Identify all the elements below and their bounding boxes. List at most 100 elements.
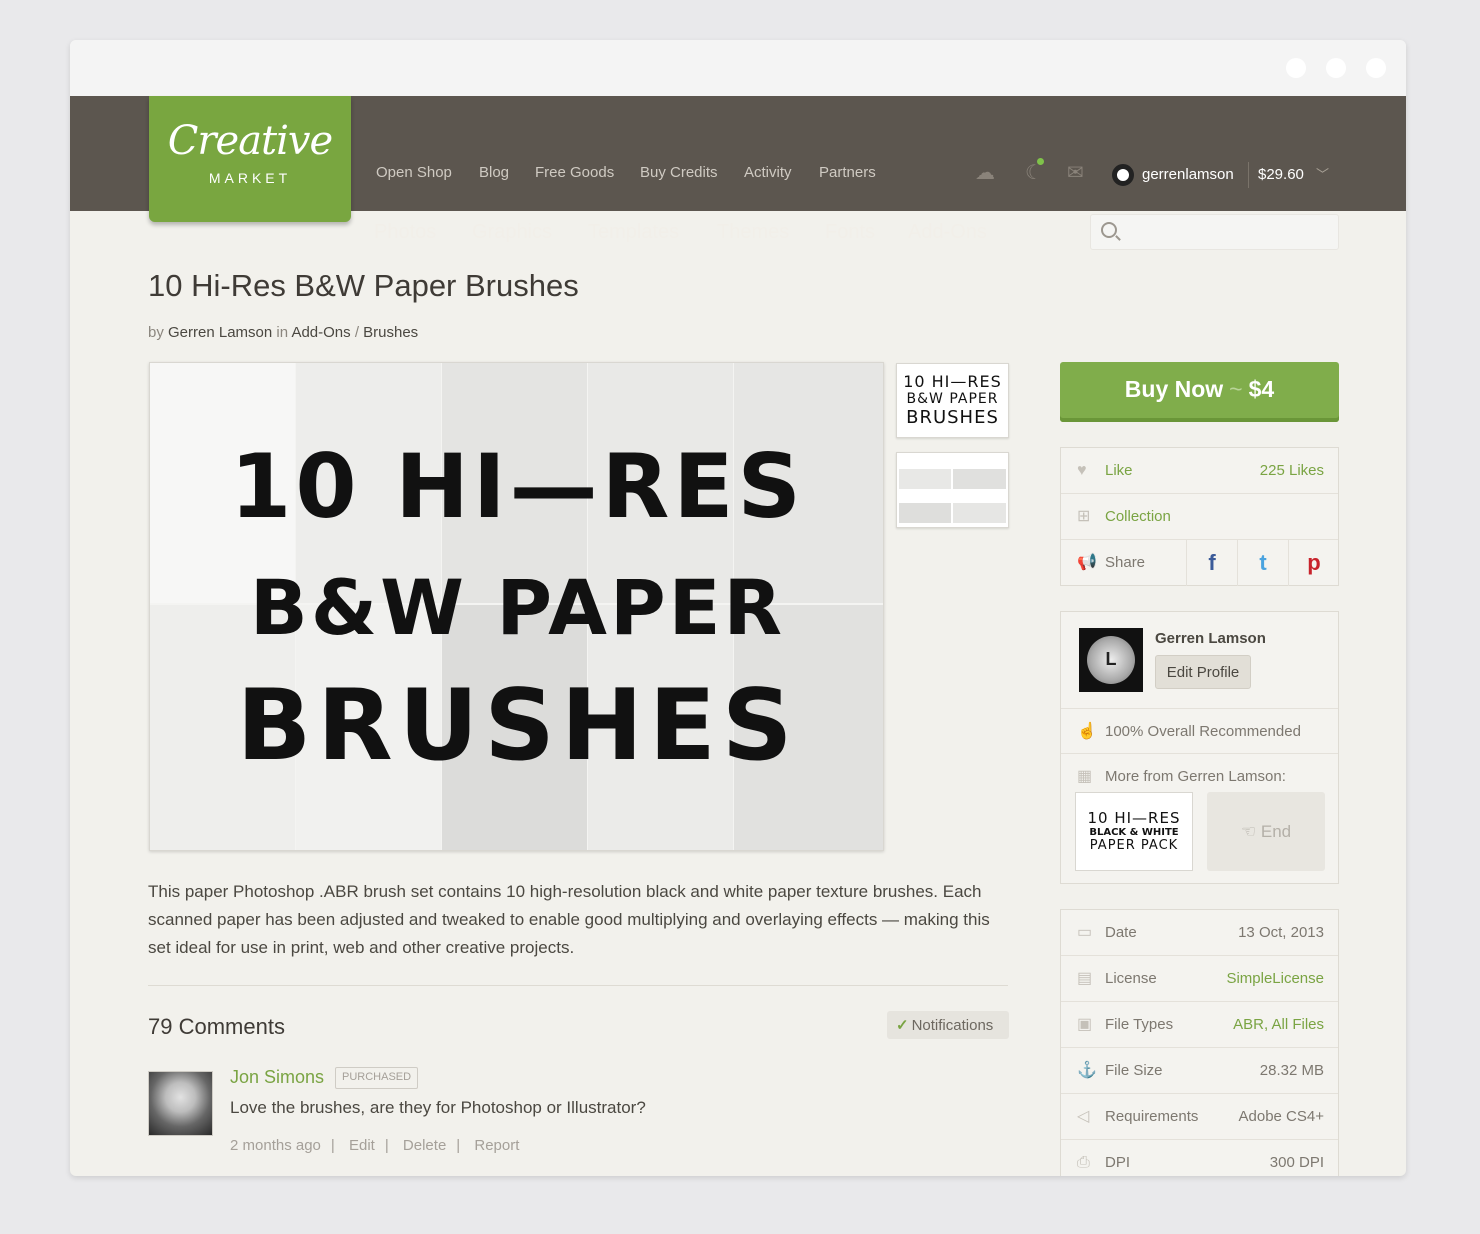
license-link[interactable]: SimpleLicense — [1226, 970, 1324, 987]
comment-avatar[interactable] — [148, 1071, 213, 1136]
nav-free-goods[interactable]: Free Goods — [535, 164, 614, 181]
comment-text: Love the brushes, are they for Photoshop… — [230, 1098, 646, 1117]
preview-headline: B&W PAPER — [249, 563, 786, 652]
preview-thumbnail[interactable]: 10 HI—RES B&W PAPER BRUSHES — [896, 363, 1009, 438]
facebook-icon[interactable]: f — [1186, 540, 1237, 586]
nav-open-shop[interactable]: Open Shop — [376, 164, 452, 181]
checkbox-icon[interactable]: ✓ — [896, 1017, 909, 1034]
more-product-thumbnail[interactable]: 10 HI—RES BLACK & WHITE PAPER PACK — [1075, 792, 1193, 871]
social-panel: ♥ Like 225 Likes ⊞ Collection 📢 Share f … — [1060, 447, 1339, 586]
buy-price: $4 — [1248, 376, 1275, 402]
user-avatar[interactable] — [1112, 164, 1134, 186]
file-icon: ▣ — [1077, 1016, 1093, 1033]
category-link[interactable]: Add-Ons — [291, 324, 350, 341]
detail-value: 13 Oct, 2013 — [1238, 924, 1324, 941]
moon-icon[interactable]: ☾ — [1025, 158, 1044, 185]
subcategory-link[interactable]: Brushes — [363, 324, 418, 341]
like-row[interactable]: ♥ Like 225 Likes — [1061, 448, 1338, 494]
comment-author[interactable]: Jon Simons — [230, 1067, 324, 1088]
detail-label: DPI — [1105, 1154, 1131, 1171]
nav-photos[interactable]: Photos — [374, 221, 436, 244]
notification-dot-icon — [1037, 158, 1044, 165]
product-preview-image[interactable]: 10 HI—RES B&W PAPER BRUSHES — [149, 362, 884, 851]
author-name[interactable]: Gerren Lamson — [1155, 630, 1266, 647]
details-panel: ▭ Date 13 Oct, 2013 ▤ License SimpleLice… — [1060, 909, 1339, 1176]
end-label: End — [1260, 822, 1292, 841]
pinterest-icon[interactable]: p — [1288, 540, 1339, 586]
preview-headline: 10 HI—RES — [230, 435, 805, 538]
cloud-icon[interactable]: ☁ — [975, 160, 995, 185]
nav-fonts[interactable]: Fonts — [825, 221, 875, 244]
requirements-icon: ◁ — [1077, 1108, 1090, 1125]
detail-label: File Size — [1105, 1062, 1163, 1079]
author-avatar[interactable]: L — [1079, 628, 1143, 692]
window-dot[interactable] — [1326, 58, 1346, 78]
printer-icon: ⎙ — [1077, 1154, 1090, 1171]
username[interactable]: gerrenlamson — [1142, 166, 1234, 183]
nav-partners[interactable]: Partners — [819, 164, 876, 181]
comments-title: 79 Comments — [148, 1014, 285, 1039]
recommended-row: ☝ 100% Overall Recommended — [1061, 708, 1338, 754]
grid-icon: ▦ — [1077, 768, 1093, 785]
buy-separator: ~ — [1229, 376, 1243, 402]
notifications-label: Notifications — [911, 1017, 994, 1034]
window-dot[interactable] — [1286, 58, 1306, 78]
nav-divider — [1248, 162, 1249, 188]
search-box — [1090, 214, 1339, 250]
paper-texture — [899, 469, 951, 489]
comment-meta: 2 months ago | Edit | Delete | Report — [230, 1137, 529, 1154]
collection-label[interactable]: Collection — [1105, 508, 1171, 525]
detail-label: Date — [1105, 924, 1137, 941]
mail-icon[interactable]: ✉ — [1067, 160, 1084, 185]
detail-row-file-size: ⚓ File Size 28.32 MB — [1061, 1048, 1338, 1094]
notifications-toggle[interactable]: ✓ Notifications — [887, 1011, 1009, 1039]
thumbnail-text: BRUSHES — [906, 407, 999, 428]
detail-row-date: ▭ Date 13 Oct, 2013 — [1061, 910, 1338, 956]
search-input[interactable] — [1127, 221, 1327, 245]
thumbnail-text: B&W PAPER — [906, 391, 999, 407]
preview-thumbnail[interactable] — [896, 452, 1009, 528]
creative-market-logo[interactable]: Creative MARKET — [149, 96, 351, 222]
comment-report-link[interactable]: Report — [474, 1137, 519, 1154]
author-link[interactable]: Gerren Lamson — [168, 324, 272, 341]
twitter-icon[interactable]: t — [1237, 540, 1288, 586]
comment-delete-link[interactable]: Delete — [403, 1137, 446, 1154]
credit-balance[interactable]: $29.60 — [1258, 166, 1304, 183]
detail-row-file-types: ▣ File Types ABR, All Files — [1061, 1002, 1338, 1048]
more-from-label: More from Gerren Lamson: — [1105, 768, 1286, 785]
product-title: 10 Hi-Res B&W Paper Brushes — [148, 268, 579, 303]
nav-themes[interactable]: Themes — [717, 221, 789, 244]
window-dot[interactable] — [1366, 58, 1386, 78]
nav-graphics[interactable]: Graphics — [472, 221, 552, 244]
buy-now-button[interactable]: Buy Now ~ $4 — [1060, 362, 1339, 422]
recommended-label: 100% Overall Recommended — [1105, 723, 1301, 740]
nav-blog[interactable]: Blog — [479, 164, 509, 181]
end-indicator: ☜ End — [1207, 792, 1325, 871]
collection-row[interactable]: ⊞ Collection — [1061, 494, 1338, 540]
likes-count[interactable]: 225 Likes — [1260, 462, 1324, 479]
chevron-down-icon[interactable]: ﹀ — [1316, 164, 1329, 183]
like-label[interactable]: Like — [1105, 462, 1133, 479]
calendar-icon: ▭ — [1077, 924, 1093, 941]
edit-profile-button[interactable]: Edit Profile — [1155, 655, 1251, 689]
nav-activity[interactable]: Activity — [744, 164, 792, 181]
document-icon: ▤ — [1077, 970, 1093, 987]
share-row: 📢 Share f t p — [1061, 540, 1338, 586]
nav-add-ons[interactable]: Add-Ons — [908, 221, 987, 244]
nav-buy-credits[interactable]: Buy Credits — [640, 164, 718, 181]
add-collection-icon: ⊞ — [1077, 508, 1091, 525]
avatar-glyph: L — [1087, 636, 1135, 684]
nav-templates[interactable]: Templates — [588, 221, 679, 244]
byline-by: by — [148, 324, 164, 341]
heart-icon: ♥ — [1077, 462, 1087, 479]
thumbs-up-icon: ☝ — [1077, 723, 1097, 740]
detail-label: License — [1105, 970, 1157, 987]
megaphone-icon: 📢 — [1077, 554, 1097, 571]
byline-in: in — [276, 324, 289, 341]
logo-subtitle: MARKET — [208, 170, 292, 186]
file-types-link[interactable]: ABR, All Files — [1233, 1016, 1324, 1033]
window-titlebar — [70, 40, 1406, 96]
comment-edit-link[interactable]: Edit — [349, 1137, 375, 1154]
purchased-badge: PURCHASED — [335, 1067, 419, 1089]
thumbnail-text: 10 HI—RES — [903, 372, 1002, 391]
